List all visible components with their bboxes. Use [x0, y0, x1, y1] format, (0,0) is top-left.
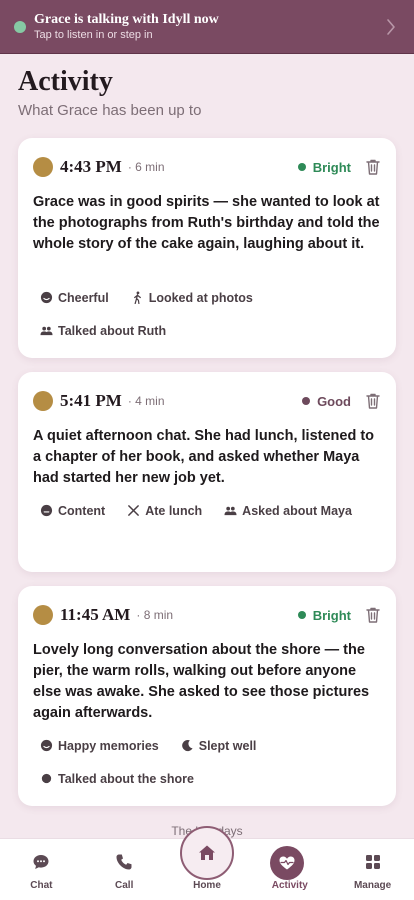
trash-icon[interactable]	[365, 606, 381, 624]
avatar	[33, 391, 53, 411]
session-summary: A quiet afternoon chat. She had lunch, l…	[33, 428, 375, 486]
tag: Content	[40, 494, 105, 527]
people-icon	[224, 506, 237, 516]
nav-chat[interactable]: Chat	[0, 839, 83, 900]
mood-label: Bright	[312, 607, 351, 623]
nav-manage[interactable]: Manage	[331, 839, 414, 900]
chevron-right-icon	[387, 19, 395, 35]
banner-text: Grace is talking with Idyll now Tap to l…	[34, 12, 219, 42]
nav-call[interactable]: Call	[83, 839, 166, 900]
session-time: 4:43 PM	[60, 157, 122, 176]
trash-icon[interactable]	[365, 392, 381, 410]
tag: Asked about Maya	[224, 494, 352, 527]
session-duration: · 6 min	[127, 160, 165, 174]
nav-activity-label: Activity	[271, 880, 308, 891]
mood-label: Good	[317, 393, 351, 409]
nav-home-label: Home	[193, 880, 221, 891]
card-header: 5:41 PM · 4 min Good	[33, 390, 381, 412]
tag: Talked about the shore	[40, 762, 194, 795]
tag: Cheerful	[40, 281, 109, 314]
avatar	[33, 605, 53, 625]
session-time: 5:41 PM	[60, 391, 122, 410]
mood-label: Bright	[312, 159, 351, 175]
grid-icon	[365, 855, 380, 869]
mood-dot	[302, 397, 311, 405]
smile-icon	[40, 291, 53, 304]
page-title: Activity	[18, 66, 113, 97]
live-session-banner[interactable]: Grace is talking with Idyll now Tap to l…	[0, 0, 414, 54]
activity-card[interactable]: 4:43 PM · 6 min Bright Grace was in good…	[18, 138, 396, 358]
session-duration: · 8 min	[136, 608, 174, 622]
people-icon	[40, 326, 53, 336]
tag: Talked about Ruth	[40, 314, 166, 347]
heart-pulse-icon	[279, 856, 295, 870]
card-header: 11:45 AM · 8 min Bright	[33, 604, 381, 626]
tag: Slept well	[181, 729, 257, 762]
avatar	[33, 157, 53, 177]
tag-label: Ate lunch	[145, 503, 203, 518]
activity-card[interactable]: 5:41 PM · 4 min Good A quiet afternoon c…	[18, 372, 396, 572]
tag-list: Cheerful Looked at photos Talked about R…	[40, 281, 384, 347]
activity-card[interactable]: 11:45 AM · 8 min Bright Lovely long conv…	[18, 586, 396, 806]
mood-badge: Bright	[297, 607, 351, 623]
session-summary: Grace was in good spirits — she wanted t…	[33, 194, 380, 252]
banner-title: Grace is talking with Idyll now	[34, 11, 219, 27]
neutral-face-icon	[40, 504, 53, 517]
tag: Looked at photos	[131, 281, 253, 314]
tag-list: Content Ate lunch Asked about Maya	[40, 494, 384, 527]
session-time: 11:45 AM	[60, 605, 131, 624]
tag: Happy memories	[40, 729, 159, 762]
tag-list: Happy memories Slept well Talked about t…	[40, 729, 384, 795]
tag-label: Slept well	[198, 738, 257, 753]
mood-dot	[297, 611, 306, 619]
tag-label: Content	[58, 503, 106, 518]
card-header: 4:43 PM · 6 min Bright	[33, 156, 381, 178]
banner-subtitle: Tap to listen in or step in	[34, 28, 153, 41]
mood-badge: Bright	[297, 159, 351, 175]
mood-badge: Good	[302, 394, 351, 409]
moon-icon	[181, 739, 193, 752]
utensils-icon	[128, 505, 140, 516]
tag-label: Asked about Maya	[242, 503, 352, 518]
session-summary: Lovely long conversation about the shore…	[33, 642, 370, 721]
tag-label: Happy memories	[58, 738, 159, 753]
nav-chat-label: Chat	[30, 880, 53, 891]
chat-bubble-icon	[33, 855, 49, 869]
walking-person-icon	[133, 291, 141, 304]
activity-button[interactable]	[270, 846, 304, 880]
tag: Ate lunch	[127, 494, 202, 527]
tag-label: Talked about Ruth	[58, 323, 167, 338]
dot-icon	[41, 773, 52, 784]
tag-label: Looked at photos	[148, 290, 253, 305]
page-subtitle: What Grace has been up to	[18, 102, 202, 119]
live-status-dot	[14, 20, 26, 33]
mood-dot	[297, 163, 306, 171]
tag-label: Talked about the shore	[58, 771, 194, 786]
home-icon	[199, 845, 215, 860]
nav-manage-label: Manage	[353, 880, 392, 891]
nav-call-label: Call	[115, 880, 134, 891]
phone-icon	[116, 854, 132, 870]
trash-icon[interactable]	[365, 158, 381, 176]
smile-icon	[40, 739, 53, 752]
session-duration: · 4 min	[127, 394, 165, 408]
home-button[interactable]	[180, 826, 234, 880]
tag-label: Cheerful	[58, 290, 109, 305]
